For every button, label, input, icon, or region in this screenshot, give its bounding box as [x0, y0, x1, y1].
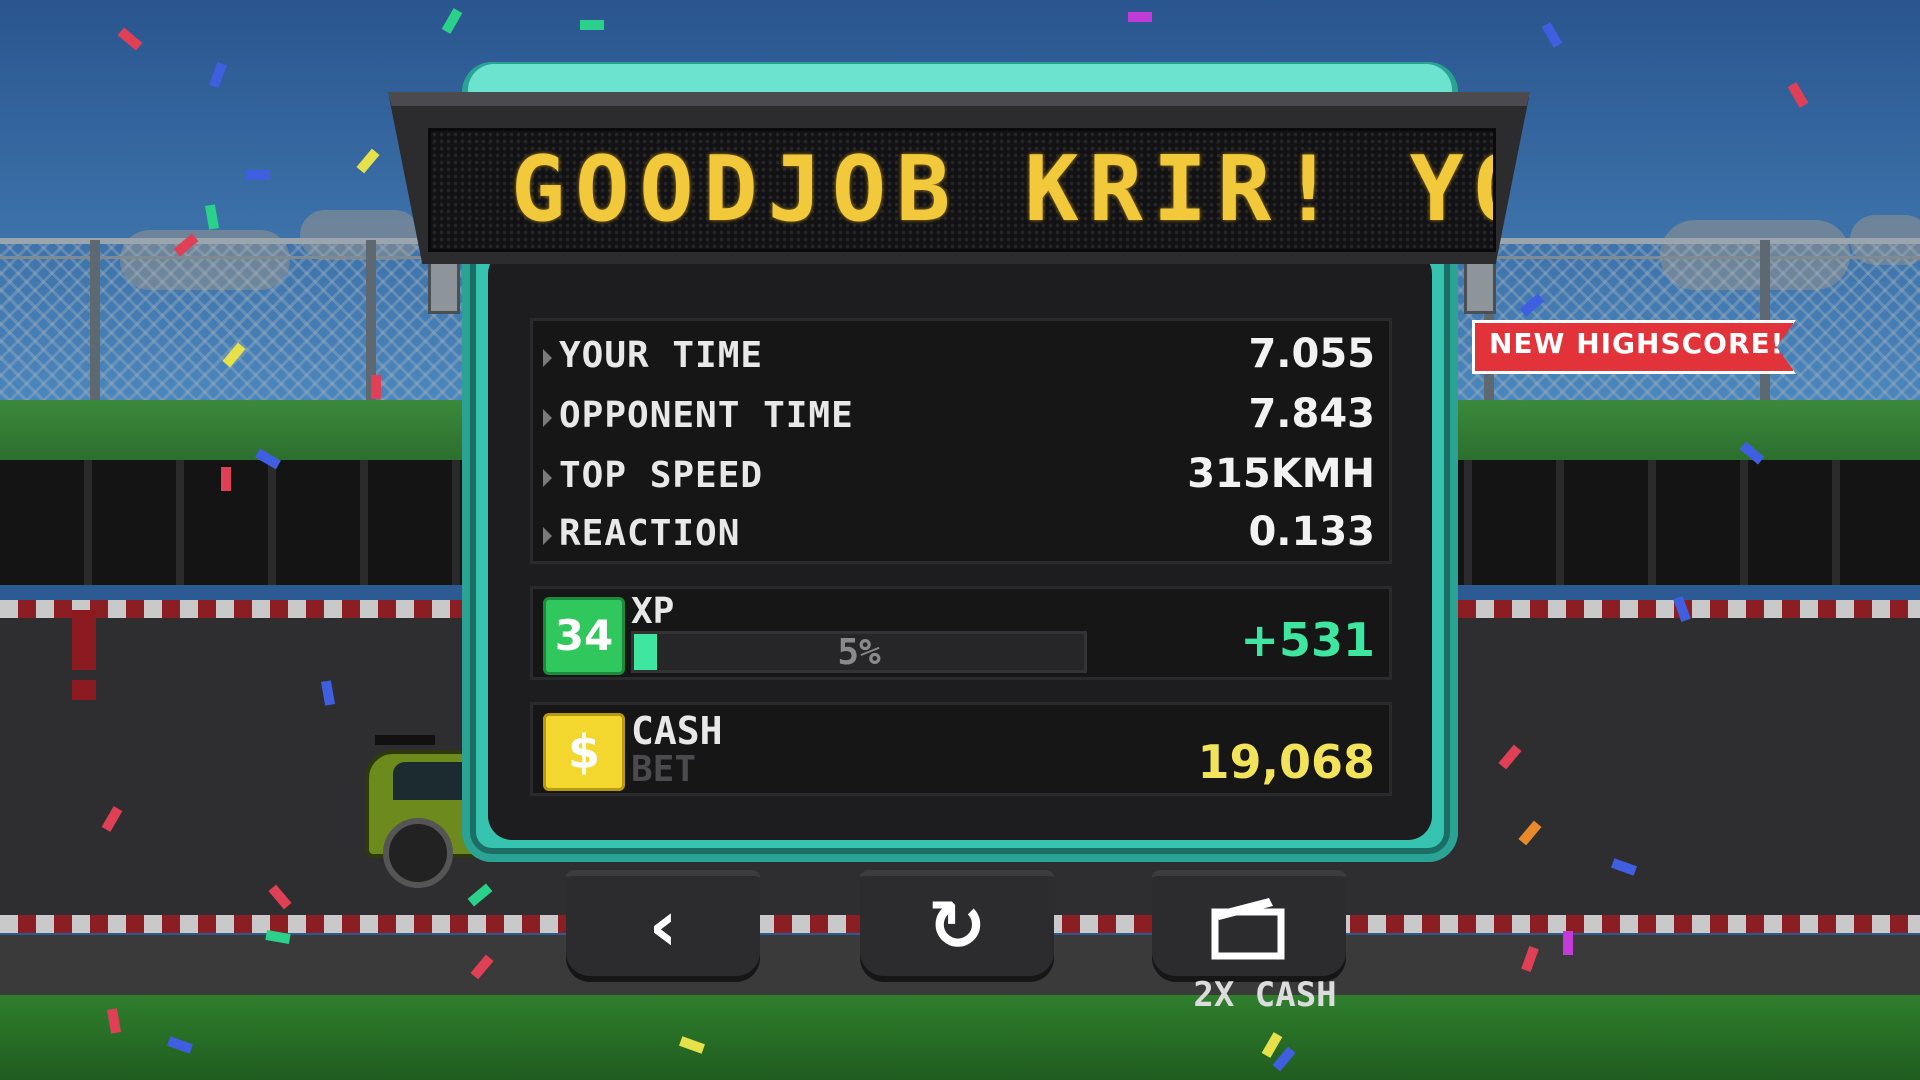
- confetti: [371, 375, 381, 399]
- level-badge: 34: [543, 597, 625, 675]
- highscore-text: NEW HIGHSCORE!: [1489, 327, 1785, 360]
- grass-foreground: [0, 995, 1920, 1080]
- stat-label: TOP SPEED: [559, 455, 764, 496]
- race-stats: YOUR TIME 7.055 OPPONENT TIME 7.843 TOP …: [530, 318, 1392, 564]
- row-arrow-icon: [543, 527, 552, 545]
- row-arrow-icon: [543, 409, 552, 427]
- xp-label: XP: [631, 591, 675, 632]
- bet-label: BET: [631, 749, 697, 790]
- board-bracket: [1464, 258, 1496, 314]
- new-highscore-banner: NEW HIGHSCORE!: [1472, 320, 1796, 374]
- car-spoiler: [375, 735, 435, 745]
- stat-value: 315KMH: [1187, 451, 1375, 497]
- confetti: [1128, 12, 1152, 22]
- video-camera-icon: [1152, 876, 1346, 976]
- restart-icon: ↻: [927, 885, 987, 967]
- back-button[interactable]: ‹: [566, 870, 760, 976]
- stat-value: 7.843: [1248, 391, 1375, 437]
- row-arrow-icon: [543, 469, 552, 487]
- double-cash-button[interactable]: [1152, 870, 1346, 976]
- chevron-left-icon: ‹: [648, 885, 678, 967]
- xp-progress-bar: 5%: [631, 631, 1087, 673]
- stat-value: 7.055: [1248, 331, 1375, 377]
- stat-label: YOUR TIME: [559, 335, 764, 376]
- led-marquee: GOODJOB KRIR! YO: [428, 128, 1496, 252]
- car-wheel: [383, 818, 453, 888]
- warning-post-dot: [72, 680, 96, 700]
- xp-gain: +531: [1240, 613, 1375, 667]
- car-window: [393, 762, 473, 800]
- stat-row-your-time: YOUR TIME 7.055: [533, 329, 1389, 385]
- restart-button[interactable]: ↻: [860, 870, 1054, 976]
- double-cash-caption: 2X CASH: [1193, 975, 1337, 1015]
- stat-row-opponent-time: OPPONENT TIME 7.843: [533, 389, 1389, 445]
- xp-section: 34 XP 5% +531: [530, 586, 1392, 680]
- scoreboard-sign-edge: [388, 92, 1530, 106]
- stat-row-reaction: REACTION 0.133: [533, 507, 1389, 563]
- stat-row-top-speed: TOP SPEED 315KMH: [533, 449, 1389, 505]
- cash-section: $ CASH BET 19,068: [530, 702, 1392, 796]
- stat-label: OPPONENT TIME: [559, 395, 854, 436]
- xp-progress-text: 5%: [837, 632, 881, 673]
- warning-post: [72, 610, 96, 670]
- confetti: [1563, 931, 1573, 955]
- cash-amount: 19,068: [1197, 735, 1375, 789]
- cash-icon: $: [543, 713, 625, 791]
- confetti: [580, 20, 604, 30]
- results-panel-top: [468, 64, 1452, 94]
- confetti: [221, 467, 231, 491]
- board-bracket: [428, 258, 460, 314]
- confetti: [246, 170, 270, 180]
- row-arrow-icon: [543, 349, 552, 367]
- stat-value: 0.133: [1248, 509, 1375, 555]
- cash-label: CASH: [631, 709, 723, 753]
- marquee-text: GOODJOB KRIR! YO: [511, 137, 1496, 242]
- stat-label: REACTION: [559, 513, 741, 554]
